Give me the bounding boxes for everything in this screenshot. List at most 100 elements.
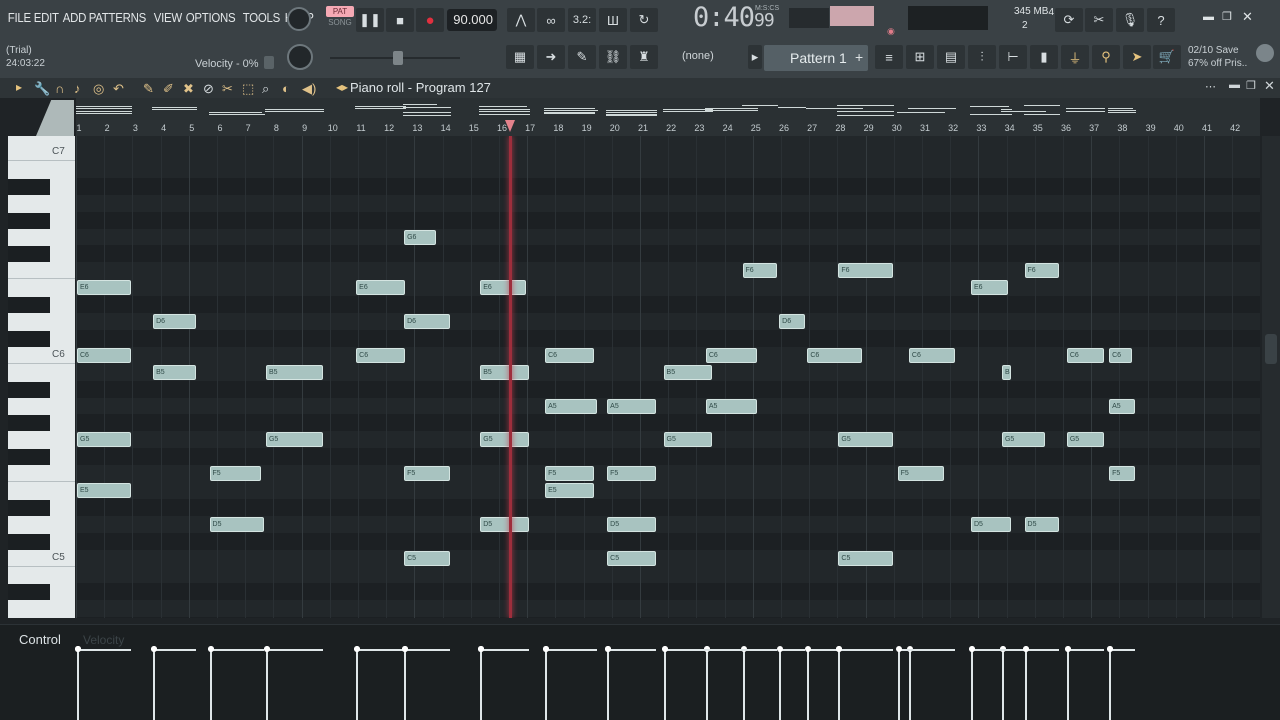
pattern-selector[interactable]: Pattern 1 <box>764 45 868 71</box>
vertical-scrollbar[interactable] <box>1262 136 1280 618</box>
note-f5[interactable]: F5 <box>1109 466 1136 482</box>
velocity-handle[interactable] <box>263 646 270 652</box>
menu-options[interactable]: OPTIONS <box>184 10 237 25</box>
pause-button[interactable]: ❚❚ <box>356 8 384 32</box>
note-f5[interactable]: F5 <box>545 466 594 482</box>
note-f5[interactable]: F5 <box>209 466 262 482</box>
tempo-tap-button[interactable]: ⚲ <box>1092 45 1120 69</box>
note-d6[interactable]: D6 <box>404 314 451 329</box>
note-d5[interactable]: D5 <box>480 516 529 532</box>
plugin-button[interactable]: ⏚ <box>1061 45 1089 69</box>
velocity-handle[interactable] <box>836 646 843 652</box>
scroll-thumb[interactable] <box>1265 334 1277 364</box>
note-f5[interactable]: F5 <box>404 466 451 482</box>
window-menu-icon[interactable]: ⋯ <box>1205 80 1216 93</box>
note-c6[interactable]: C6 <box>807 347 862 363</box>
promo-text[interactable]: 02/10 Save 67% off Pris.. <box>1188 44 1247 70</box>
close-icon[interactable]: ✕ <box>1242 9 1253 25</box>
black-key[interactable] <box>8 499 50 516</box>
timeline-ruler[interactable]: 1 2 3 4 5 6 7 8 9 10 11 12 13 14 15 16 17 18 19 20 21 22 23 24 2… <box>76 120 1260 136</box>
velocity-handle[interactable] <box>75 646 81 652</box>
channel-rack-button[interactable]: ⊞ <box>906 45 934 69</box>
velocity-handle[interactable] <box>968 646 975 652</box>
black-key[interactable] <box>8 246 50 263</box>
pat-mode-button[interactable]: PAT <box>326 6 354 17</box>
note-c6[interactable]: C6 <box>545 347 594 363</box>
note-c6[interactable]: C6 <box>77 347 132 363</box>
pattern-overview[interactable] <box>76 98 1260 120</box>
velocity-handle[interactable] <box>1107 646 1114 652</box>
step-edit-button[interactable]: Ш <box>599 8 627 32</box>
event-editor-lane[interactable]: Control Velocity <box>0 624 1280 720</box>
shop-button[interactable]: 🛒 <box>1153 45 1181 69</box>
black-key[interactable] <box>8 297 50 314</box>
note-icon[interactable]: ♪ <box>74 81 81 96</box>
control-target-label[interactable]: Velocity <box>83 633 124 647</box>
menu-file[interactable]: FILE <box>6 10 33 25</box>
metronome-small-icon[interactable]: ◎ <box>93 81 104 97</box>
brush-icon[interactable]: ✐ <box>163 81 174 97</box>
velocity-handle[interactable] <box>354 646 361 652</box>
time-mode-label[interactable]: M:S:CS <box>755 5 779 12</box>
zoom-corner[interactable] <box>36 100 74 136</box>
note-c5[interactable]: C5 <box>607 550 656 566</box>
wait-input-button[interactable]: ∞ <box>537 8 565 32</box>
velocity-handle[interactable] <box>151 646 158 652</box>
undo-icon[interactable]: ↶ <box>113 81 124 97</box>
note-g5[interactable]: G5 <box>480 432 529 448</box>
mute-tool-icon[interactable]: ⊘ <box>203 81 214 97</box>
note-f6[interactable]: F6 <box>838 263 893 279</box>
master-pitch-knob[interactable] <box>287 44 313 70</box>
snap-button[interactable]: 3.2: <box>568 8 596 32</box>
black-key[interactable] <box>8 212 50 229</box>
note-c6[interactable]: C6 <box>356 347 405 363</box>
pr-maximize-icon[interactable]: ❐ <box>1246 79 1256 92</box>
velocity-stem[interactable] <box>1024 649 1027 720</box>
magnet-icon[interactable]: ∩ <box>55 81 64 96</box>
metronome-button[interactable]: ⋀ <box>507 8 535 32</box>
zoom-icon[interactable]: ⌕ <box>262 81 269 97</box>
note-e6[interactable]: E6 <box>970 280 1009 296</box>
black-key[interactable] <box>8 533 50 550</box>
velocity-stem[interactable] <box>356 649 359 720</box>
tempo-display[interactable]: 90.000 <box>447 9 497 31</box>
note-c5[interactable]: C5 <box>404 550 451 566</box>
menu-tools[interactable]: TOOLS <box>241 10 282 25</box>
note-c5[interactable]: C5 <box>838 550 893 566</box>
minimize-icon[interactable]: ▬ <box>1203 11 1214 23</box>
options-arrow-icon[interactable]: ▸ <box>16 80 22 94</box>
channel-selector[interactable]: (none) <box>682 50 714 62</box>
stamp-button[interactable]: ♜ <box>630 45 658 69</box>
velocity-handle[interactable] <box>543 646 550 652</box>
note-f5[interactable]: F5 <box>897 466 944 482</box>
velocity-stem[interactable] <box>970 649 973 720</box>
velocity-handle[interactable] <box>805 646 812 652</box>
velocity-handle[interactable] <box>1022 646 1029 652</box>
note-d5[interactable]: D5 <box>209 516 264 532</box>
velocity-handle[interactable] <box>895 646 902 652</box>
note-c6[interactable]: C6 <box>1109 347 1133 363</box>
menu-patterns[interactable]: PATTERNS <box>87 10 148 25</box>
note-a5[interactable]: A5 <box>607 398 656 414</box>
note-f6[interactable]: F6 <box>1024 263 1060 279</box>
note-e5[interactable]: E5 <box>77 483 132 498</box>
mixer-button[interactable]: ⫶ <box>968 45 996 69</box>
note-a5[interactable]: A5 <box>545 398 597 414</box>
piano-roll-view-button[interactable]: ▤ <box>937 45 965 69</box>
note-e6[interactable]: E6 <box>356 280 405 296</box>
playlist-button[interactable]: ≡ <box>875 45 903 69</box>
velocity-stem[interactable] <box>545 649 548 720</box>
note-e5[interactable]: E5 <box>545 483 594 498</box>
note-e6[interactable]: E6 <box>77 280 132 296</box>
velocity-stem[interactable] <box>705 649 708 720</box>
note-g6[interactable]: G6 <box>404 229 436 245</box>
black-key[interactable] <box>8 330 50 347</box>
delete-tool-icon[interactable]: ✖ <box>183 81 194 97</box>
black-key[interactable] <box>8 584 50 601</box>
note-g5[interactable]: G5 <box>77 432 132 448</box>
note-g5[interactable]: G5 <box>265 432 324 448</box>
velocity-stem[interactable] <box>1066 649 1069 720</box>
piano-roll-button[interactable]: ▦ <box>506 45 534 69</box>
note-a5[interactable]: A5 <box>705 398 758 414</box>
velocity-stem[interactable] <box>480 649 483 720</box>
